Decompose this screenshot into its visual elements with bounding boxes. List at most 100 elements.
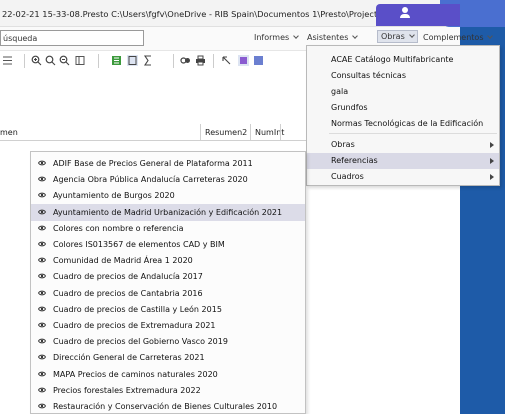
user-account-button[interactable]: [376, 4, 460, 26]
eye-icon: [38, 355, 46, 360]
zoom-out-icon[interactable]: [59, 55, 70, 66]
obras-dropdown-menu: ACAE Catálogo Multifabricante Consultas …: [306, 45, 500, 186]
menu-separator: [329, 133, 497, 134]
eye-icon: [38, 257, 46, 263]
menu-item-label: Grundfos: [331, 103, 368, 112]
referencia-item[interactable]: Cuadro de precios de Castilla y León 201…: [31, 301, 305, 318]
referencia-item-label: ADIF Base de Precios General de Platafor…: [53, 159, 253, 168]
referencia-item[interactable]: Dirección General de Carreteras 2021: [31, 349, 305, 366]
menu-item-label: Obras: [331, 140, 355, 149]
referencia-item[interactable]: MAPA Precios de caminos naturales 2020: [31, 366, 305, 383]
menu-asistentes[interactable]: Asistentes: [307, 33, 359, 42]
chevron-right-icon: [490, 158, 494, 164]
column-divider: [280, 124, 281, 141]
menu-item-acae[interactable]: ACAE Catálogo Multifabricante: [307, 52, 499, 68]
referencia-item[interactable]: Cuadro de precios de Andalucía 2017: [31, 268, 305, 285]
referencia-item-label: Precios forestales Extremadura 2022: [53, 385, 201, 395]
menu-item-grundfos[interactable]: Grundfos: [307, 100, 499, 116]
referencia-item[interactable]: Colores IS013567 de elementos CAD y BIM: [31, 236, 305, 253]
chevron-right-icon: [490, 174, 494, 180]
columns-icon[interactable]: [75, 55, 86, 66]
zoom-in-icon[interactable]: [31, 55, 42, 66]
referencia-item-label: Ayuntamiento de Madrid Urbanización y Ed…: [53, 207, 283, 217]
chevron-down-icon: [293, 33, 300, 39]
menu-obras[interactable]: Obras: [377, 30, 418, 43]
eye-icon: [38, 290, 46, 295]
toolbar-separator: [24, 54, 25, 68]
menu-item-label: ACAE Catálogo Multifabricante: [331, 55, 454, 64]
menu-item-label: Cuadros: [331, 172, 364, 181]
sum-icon[interactable]: [143, 55, 154, 66]
link-icon[interactable]: [180, 55, 191, 66]
spreadsheet-icon[interactable]: [111, 55, 122, 66]
referencia-item[interactable]: Precios forestales Extremadura 2022: [31, 382, 305, 399]
chevron-down-icon: [408, 32, 415, 38]
referencia-item[interactable]: Ayuntamiento de Madrid Urbanización y Ed…: [31, 203, 305, 221]
referencia-item[interactable]: Ayuntamiento de Burgos 2020: [31, 187, 305, 204]
referencia-item[interactable]: Cuadro de precios de Extremadura 2021: [31, 317, 305, 334]
menu-asistentes-label: Asistentes: [307, 33, 349, 42]
search-input[interactable]: [1, 31, 143, 45]
referencia-item[interactable]: Restauración y Conservación de Bienes Cu…: [31, 398, 305, 414]
referencia-item-label: Comunidad de Madrid Área 1 2020: [53, 256, 193, 266]
grid-view-icon[interactable]: [238, 55, 249, 66]
referencia-item[interactable]: Agencia Obra Pública Andalucía Carretera…: [31, 171, 305, 188]
column-divider: [250, 124, 251, 141]
chevron-right-icon: [490, 142, 494, 148]
referencia-item[interactable]: Colores con nombre o referencia: [31, 220, 305, 237]
menu-item-consultas-tecnicas[interactable]: Consultas técnicas: [307, 68, 499, 84]
menu-item-obras[interactable]: Obras: [307, 137, 499, 153]
zoom-icon[interactable]: [45, 55, 56, 66]
list-icon[interactable]: [2, 55, 13, 66]
menu-item-referencias[interactable]: Referencias: [307, 153, 499, 169]
menu-item-label: Referencias: [331, 156, 378, 165]
toolbar-separator: [173, 54, 174, 68]
eye-icon: [38, 322, 46, 328]
referencia-item-label: Cuadro de precios de Cantabria 2016: [53, 288, 203, 298]
referencia-item[interactable]: ADIF Base de Precios General de Platafor…: [31, 155, 305, 172]
print-icon[interactable]: [195, 55, 206, 66]
eye-icon: [38, 371, 46, 376]
referencia-item-label: Restauración y Conservación de Bienes Cu…: [53, 402, 278, 411]
referencia-item-label: Cuadro de precios de Extremadura 2021: [53, 321, 216, 330]
referencia-item-label: Colores IS013567 de elementos CAD y BIM: [53, 240, 225, 249]
eye-icon: [38, 403, 46, 409]
header-underline: [0, 140, 306, 141]
menu-informes[interactable]: Informes: [254, 33, 300, 42]
menu-item-label: gala: [331, 87, 349, 96]
eye-icon: [38, 241, 46, 247]
document-icon[interactable]: [127, 55, 138, 66]
eye-icon: [38, 209, 46, 214]
window-title: 22-02-21 15-33-08.Presto C:\Users\fgfv\O…: [2, 9, 378, 19]
menu-complementos[interactable]: Complementos: [423, 33, 494, 42]
eye-icon: [38, 274, 46, 279]
referencia-item[interactable]: Cuadro de precios del Gobierno Vasco 201…: [31, 333, 305, 350]
eye-icon: [38, 387, 46, 393]
eye-icon: [38, 193, 46, 198]
eye-icon: [38, 160, 46, 166]
referencia-item-label: Cuadro de precios del Gobierno Vasco 201…: [53, 337, 228, 347]
user-icon: [400, 7, 410, 18]
referencias-submenu: ADIF Base de Precios General de Platafor…: [30, 151, 306, 414]
arrow-icon[interactable]: [221, 55, 232, 66]
referencia-item-label: Agencia Obra Pública Andalucía Carretera…: [53, 175, 248, 185]
referencia-item[interactable]: Comunidad de Madrid Área 1 2020: [31, 252, 305, 269]
menu-item-label: Consultas técnicas: [331, 71, 406, 80]
toolbar: [0, 51, 310, 71]
referencia-item-label: Dirección General de Carreteras 2021: [53, 353, 205, 363]
column-header-resumen[interactable]: men: [0, 128, 18, 144]
referencia-item-label: Ayuntamiento de Burgos 2020: [53, 191, 175, 201]
menu-item-gala[interactable]: gala: [307, 84, 499, 100]
column-header-resumen2[interactable]: Resumen2: [205, 128, 247, 144]
menu-item-label: Normas Tecnológicas de la Edificación: [331, 119, 484, 128]
panel-icon[interactable]: [253, 55, 264, 66]
menu-item-normas[interactable]: Normas Tecnológicas de la Edificación: [307, 116, 499, 132]
eye-icon: [38, 306, 46, 312]
search-field[interactable]: [0, 30, 144, 46]
referencia-item-label: Cuadro de precios de Andalucía 2017: [53, 272, 203, 282]
toolbar-separator: [98, 54, 99, 68]
referencia-item[interactable]: Cuadro de precios de Cantabria 2016: [31, 285, 305, 302]
toolbar-separator: [213, 54, 214, 68]
menu-informes-label: Informes: [254, 33, 290, 42]
menu-item-cuadros[interactable]: Cuadros: [307, 169, 499, 185]
